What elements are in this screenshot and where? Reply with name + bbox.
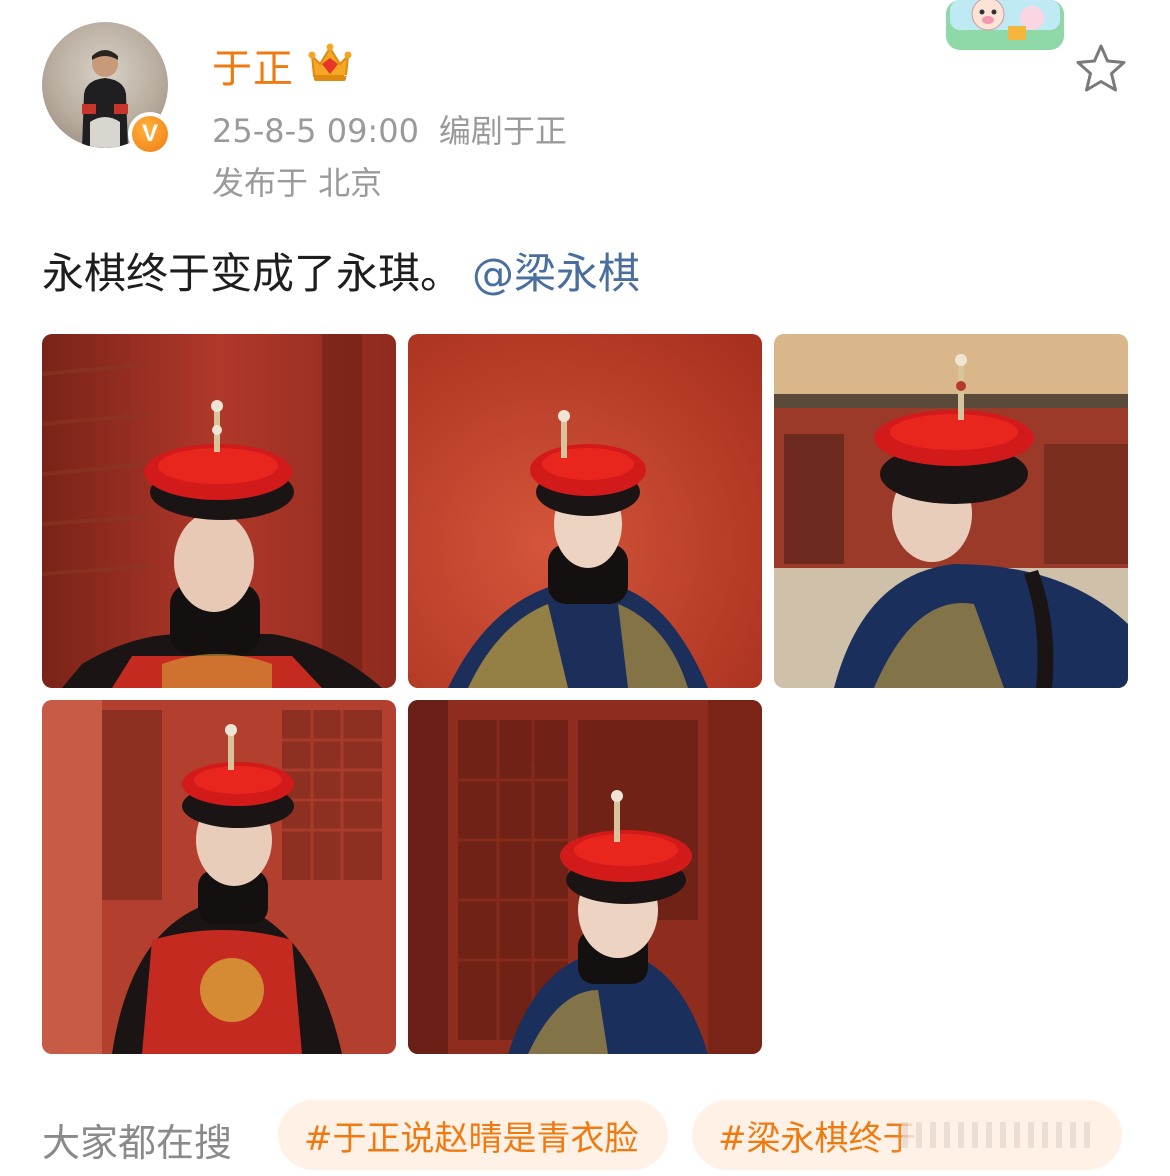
post-body: 永棋终于变成了永琪。	[42, 249, 463, 298]
post-photo-2[interactable]	[408, 334, 762, 688]
avatar-figure	[82, 50, 128, 148]
post-location: 发布于 北京	[212, 164, 383, 202]
trending-chip-2[interactable]: #梁永棋终于	[692, 1100, 1122, 1170]
post-meta: 25-8-5 09:00 编剧于正	[212, 106, 567, 152]
trending-search-label: 大家都在搜	[42, 1121, 233, 1165]
photo-icon	[408, 334, 762, 688]
post-photo-4[interactable]	[42, 700, 396, 1054]
username[interactable]: 于正	[212, 36, 294, 94]
post-photo-5[interactable]	[408, 700, 762, 1054]
post-time: 25-8-5 09:00	[212, 112, 419, 150]
photo-icon	[42, 334, 396, 688]
decorative-sticker-icon	[946, 0, 1064, 50]
svg-text:7: 7	[344, 74, 350, 84]
chip-blur-overlay	[902, 1122, 1092, 1148]
post-text: 永棋终于变成了永琪。 @梁永棋	[42, 240, 640, 301]
post-photo-3[interactable]	[774, 334, 1128, 688]
photo-icon	[774, 334, 1128, 688]
photo-icon	[42, 700, 396, 1054]
mention-link[interactable]: @梁永棋	[472, 249, 640, 298]
post-photo-1[interactable]	[42, 334, 396, 688]
favorite-star-icon[interactable]	[1074, 42, 1128, 94]
trending-chip-2-text: #梁永棋终于	[718, 1118, 917, 1159]
vip-crown-icon: 7	[308, 43, 352, 84]
verified-v-icon: V	[132, 116, 168, 152]
trending-chip-1[interactable]: #于正说赵晴是青衣脸	[278, 1100, 668, 1170]
verified-badge: V	[128, 112, 172, 156]
post-source[interactable]: 编剧于正	[439, 112, 567, 150]
photo-icon	[408, 700, 762, 1054]
